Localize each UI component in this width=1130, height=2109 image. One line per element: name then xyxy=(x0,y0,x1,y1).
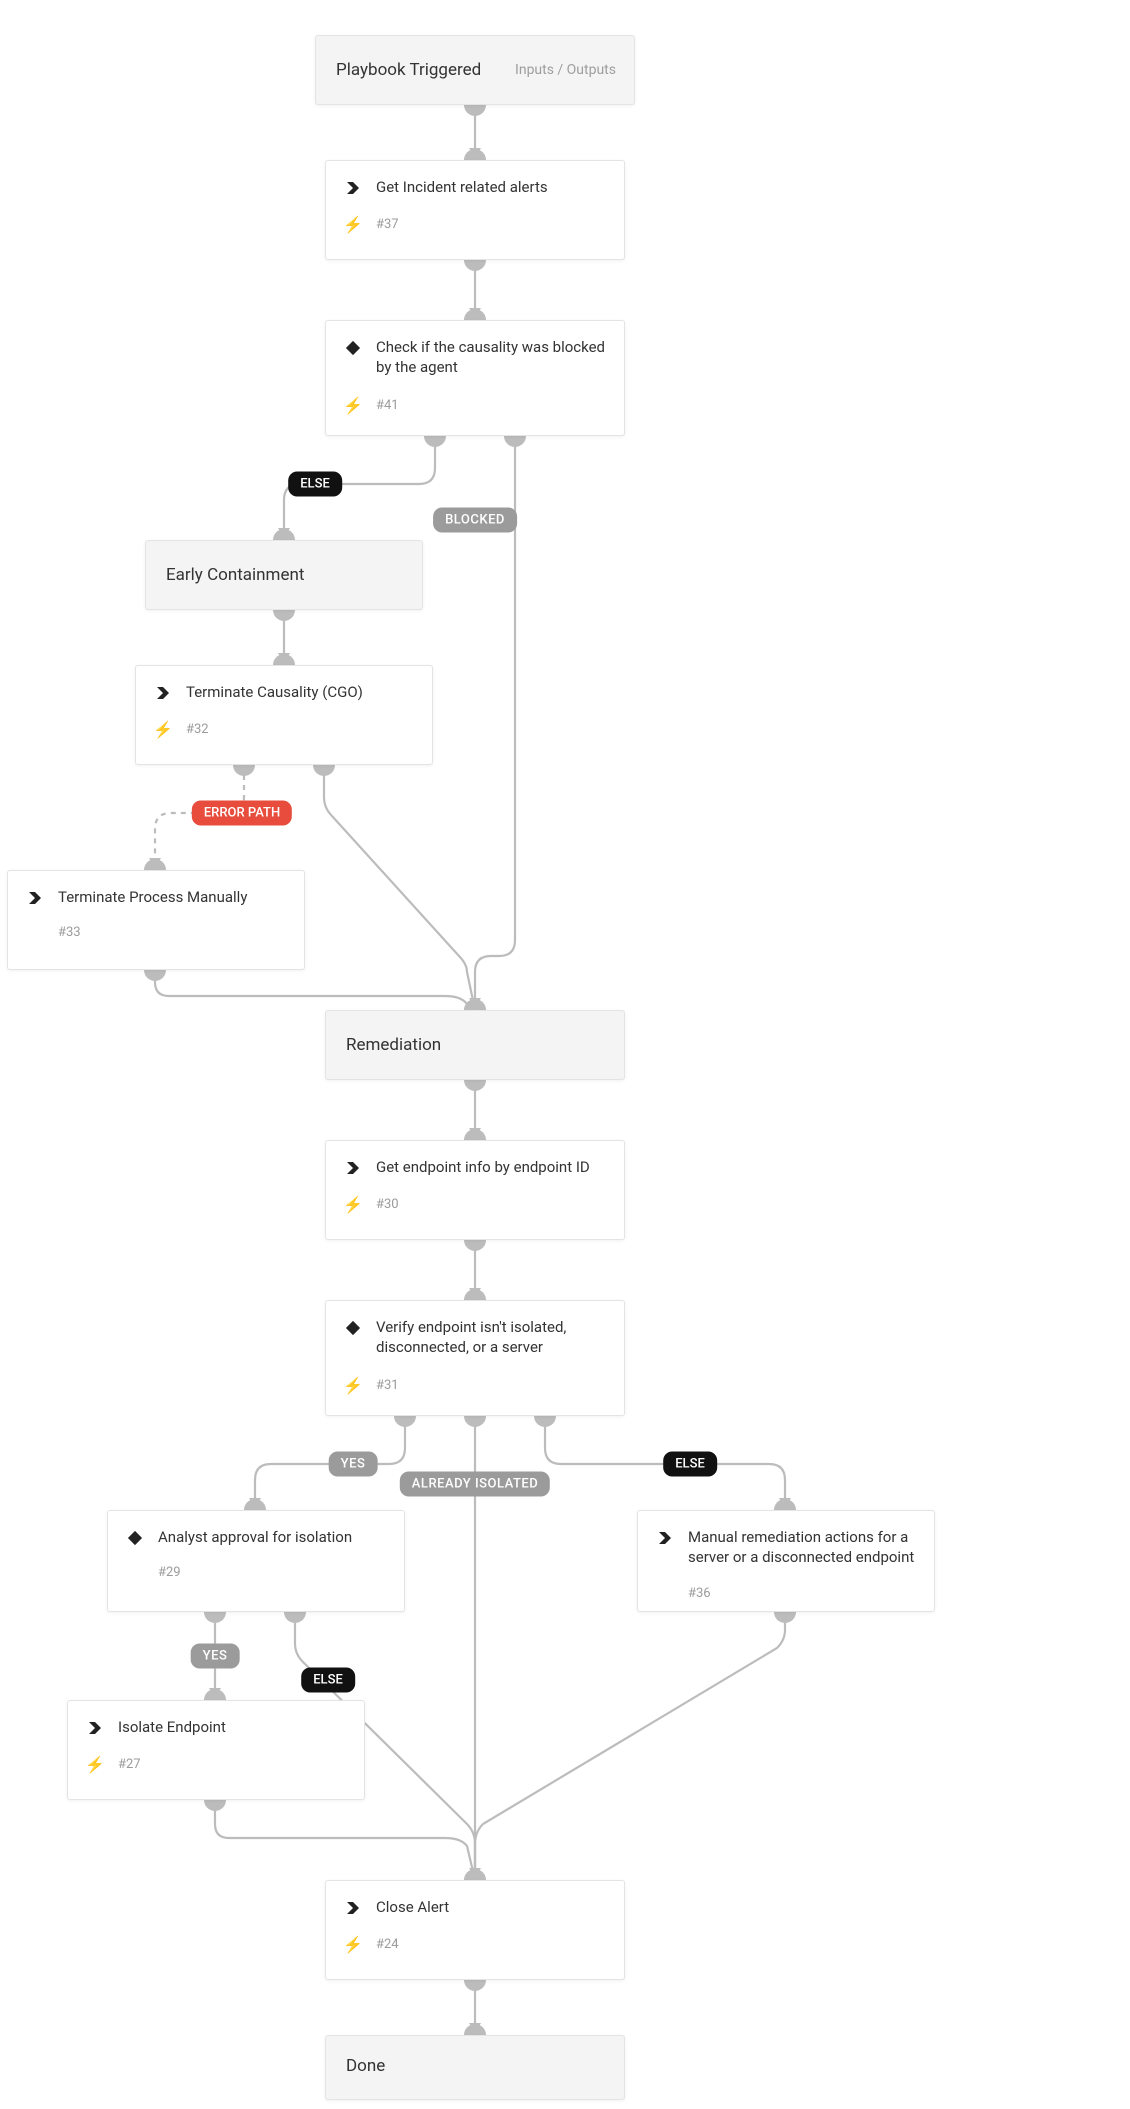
task-label: Manual remediation actions for a server … xyxy=(688,1527,916,1568)
start-node[interactable]: Playbook Triggered Inputs / Outputs xyxy=(315,35,635,105)
task-number: #30 xyxy=(376,1197,399,1212)
chevron-icon xyxy=(344,1159,362,1177)
task-label: Close Alert xyxy=(376,1897,449,1917)
bolt-icon: ⚡ xyxy=(344,396,362,415)
task-label: Terminate Process Manually xyxy=(58,887,247,907)
diamond-icon xyxy=(344,1319,362,1337)
chevron-icon xyxy=(656,1529,674,1547)
bolt-icon: ⚡ xyxy=(86,1755,104,1774)
task-manual-remediation[interactable]: Manual remediation actions for a server … xyxy=(637,1510,935,1612)
branch-else-29[interactable]: ELSE xyxy=(301,1668,355,1693)
done-title: Done xyxy=(346,2056,385,2076)
task-label: Verify endpoint isn't isolated, disconne… xyxy=(376,1317,606,1358)
section-title: Remediation xyxy=(346,1035,441,1055)
start-title: Playbook Triggered xyxy=(336,60,481,80)
diamond-icon xyxy=(344,339,362,357)
diamond-icon xyxy=(126,1529,144,1547)
task-number: #24 xyxy=(376,1937,399,1952)
playbook-flow-canvas: Playbook Triggered Inputs / Outputs Get … xyxy=(0,0,1130,2109)
chevron-icon xyxy=(344,179,362,197)
task-label: Check if the causality was blocked by th… xyxy=(376,337,606,378)
task-label: Analyst approval for isolation xyxy=(158,1527,352,1547)
task-close-alert[interactable]: Close Alert ⚡ #24 xyxy=(325,1880,625,1980)
condition-check-causality[interactable]: Check if the causality was blocked by th… xyxy=(325,320,625,436)
branch-blocked[interactable]: BLOCKED xyxy=(433,508,517,533)
task-number: #29 xyxy=(158,1565,181,1580)
bolt-icon: ⚡ xyxy=(344,215,362,234)
task-terminate-process-manually[interactable]: Terminate Process Manually #33 xyxy=(7,870,305,970)
inputs-outputs-link[interactable]: Inputs / Outputs xyxy=(515,62,616,78)
task-label: Get endpoint info by endpoint ID xyxy=(376,1157,590,1177)
section-remediation[interactable]: Remediation xyxy=(325,1010,625,1080)
bolt-icon: ⚡ xyxy=(344,1195,362,1214)
bolt-icon: ⚡ xyxy=(344,1376,362,1395)
branch-else-31[interactable]: ELSE xyxy=(663,1452,717,1477)
section-early-containment[interactable]: Early Containment xyxy=(145,540,423,610)
task-number: #33 xyxy=(58,925,81,940)
done-node[interactable]: Done xyxy=(325,2035,625,2100)
task-label: Terminate Causality (CGO) xyxy=(186,682,363,702)
task-number: #36 xyxy=(688,1586,711,1601)
task-number: #41 xyxy=(376,398,399,413)
chevron-icon xyxy=(26,889,44,907)
task-number: #32 xyxy=(186,722,209,737)
chevron-icon xyxy=(154,684,172,702)
branch-else-41[interactable]: ELSE xyxy=(288,472,342,497)
bolt-icon: ⚡ xyxy=(344,1935,362,1954)
condition-analyst-approval[interactable]: Analyst approval for isolation #29 xyxy=(107,1510,405,1612)
chevron-icon xyxy=(344,1899,362,1917)
chevron-icon xyxy=(86,1719,104,1737)
branch-yes-31[interactable]: YES xyxy=(329,1452,378,1477)
task-isolate-endpoint[interactable]: Isolate Endpoint ⚡ #27 xyxy=(67,1700,365,1800)
task-number: #31 xyxy=(376,1378,399,1393)
branch-yes-29[interactable]: YES xyxy=(191,1644,240,1669)
task-get-endpoint-info[interactable]: Get endpoint info by endpoint ID ⚡ #30 xyxy=(325,1140,625,1240)
task-label: Isolate Endpoint xyxy=(118,1717,226,1737)
task-terminate-causality[interactable]: Terminate Causality (CGO) ⚡ #32 xyxy=(135,665,433,765)
branch-error-path[interactable]: ERROR PATH xyxy=(192,801,292,826)
section-title: Early Containment xyxy=(166,565,304,585)
task-label: Get Incident related alerts xyxy=(376,177,548,197)
condition-verify-endpoint[interactable]: Verify endpoint isn't isolated, disconne… xyxy=(325,1300,625,1416)
bolt-icon: ⚡ xyxy=(154,720,172,739)
task-number: #37 xyxy=(376,217,399,232)
task-get-incident-alerts[interactable]: Get Incident related alerts ⚡ #37 xyxy=(325,160,625,260)
branch-already-isolated[interactable]: ALREADY ISOLATED xyxy=(400,1472,550,1497)
task-number: #27 xyxy=(118,1757,141,1772)
